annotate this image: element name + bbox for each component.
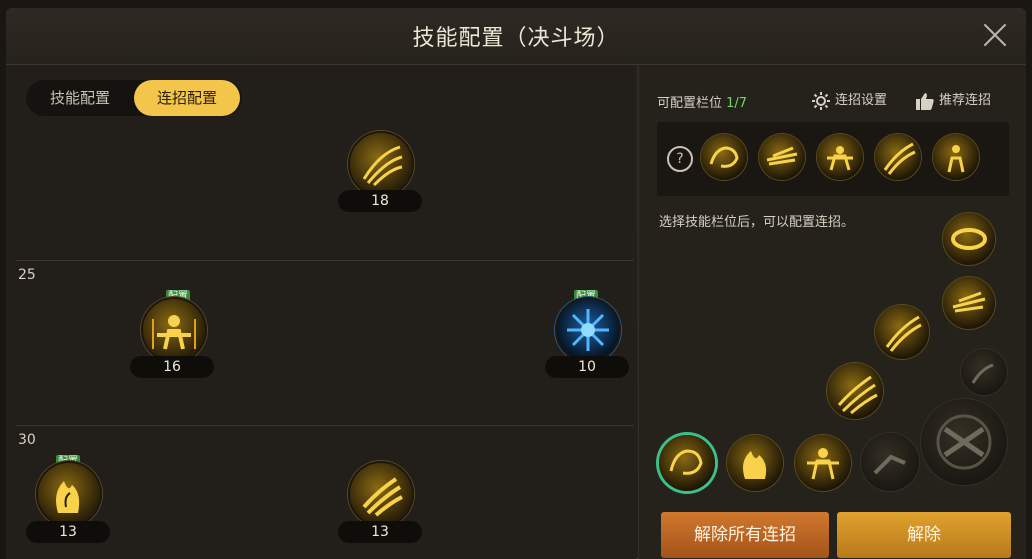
tab-bar: 技能配置 连招配置 (26, 80, 242, 116)
skill-flame-hand-icon[interactable] (36, 461, 102, 527)
level-label: 30 (18, 432, 36, 448)
clear-all-combos-button[interactable]: 解除所有连招 (661, 512, 829, 558)
recommend-combo-label: 推荐连招 (939, 93, 992, 108)
skill-ice-burst-icon[interactable] (555, 297, 621, 363)
skill-level-badge: 13 (26, 521, 110, 543)
window-title: 技能配置（决斗场） (412, 26, 620, 51)
combo-hint-text: 选择技能栏位后，可以配置连招。 (659, 215, 855, 230)
thumbs-up-icon (915, 91, 935, 111)
combo-slot-flex-icon[interactable] (701, 134, 747, 180)
level-divider (16, 425, 634, 426)
wheel-skill-warrior-icon[interactable] (795, 435, 851, 491)
title-bar: 技能配置（决斗场） (6, 8, 1026, 65)
skill-tree-panel: 技能配置 连招配置 18 25 配置 16 配置 10 30 配置 13 (6, 65, 636, 559)
wheel-skill-kick-icon[interactable] (861, 433, 919, 491)
skill-config-window: 技能配置（决斗场） 技能配置 连招配置 18 25 配置 16 配置 10 30… (6, 8, 1026, 559)
slots-label-text: 可配置栏位 (657, 96, 723, 111)
combo-settings-button[interactable]: 连招设置 (811, 89, 887, 111)
combo-slot-warrior-icon[interactable] (817, 134, 863, 180)
recommend-combo-button[interactable]: 推荐连招 (915, 89, 991, 111)
tab-skill-config[interactable]: 技能配置 (26, 80, 134, 116)
combo-panel: 可配置栏位 1/7 连招设置 推荐连招 ? 选择技能栏位后，可以配置连招。 解除… (638, 65, 1026, 559)
wheel-skill-flex-icon[interactable] (659, 435, 715, 491)
slots-count: 1/7 (726, 96, 748, 111)
wheel-skill-dash-icon[interactable] (943, 277, 995, 329)
combo-slot-fist-aura-icon[interactable] (933, 134, 979, 180)
skill-level-badge: 18 (338, 190, 422, 212)
combo-settings-label: 连招设置 (835, 93, 888, 108)
gear-icon (811, 91, 831, 111)
clear-combo-button[interactable]: 解除 (837, 512, 1011, 558)
wheel-center-attack-icon[interactable] (921, 399, 1007, 485)
skill-level-badge: 10 (545, 356, 629, 378)
wheel-skill-locked-icon[interactable] (961, 349, 1007, 395)
skill-slash-icon[interactable] (348, 131, 414, 197)
level-divider (16, 260, 634, 261)
skill-level-badge: 16 (130, 356, 214, 378)
wheel-skill-spin-icon[interactable] (943, 213, 995, 265)
skill-fist-aura-icon[interactable] (141, 297, 207, 363)
wheel-skill-flame-hand-icon[interactable] (727, 435, 783, 491)
combo-slot-slash-icon[interactable] (875, 134, 921, 180)
skill-triple-claw-icon[interactable] (348, 461, 414, 527)
wheel-skill-slash-icon[interactable] (875, 305, 929, 359)
help-icon[interactable]: ? (667, 146, 693, 172)
close-icon[interactable] (980, 20, 1010, 50)
level-label: 25 (18, 267, 36, 283)
wheel-skill-triple-claw-icon[interactable] (827, 363, 883, 419)
combo-sequence-row: ? (657, 122, 1009, 196)
tab-combo-config[interactable]: 连招配置 (134, 80, 240, 116)
combo-slot-dash-icon[interactable] (759, 134, 805, 180)
skill-level-badge: 13 (338, 521, 422, 543)
combo-slots-label: 可配置栏位 1/7 (657, 92, 747, 111)
